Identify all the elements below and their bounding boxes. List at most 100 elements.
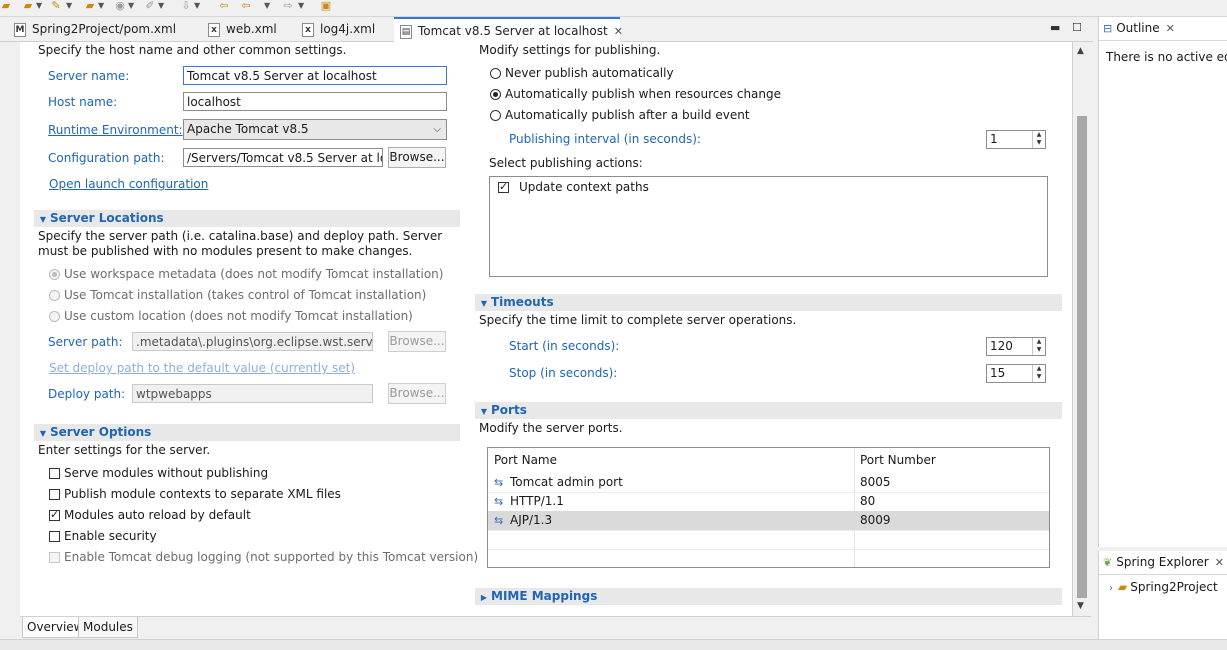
chevron-down-icon[interactable]: ▼ [298,0,304,12]
ports-description: Modify the server ports. [479,421,623,435]
mime-mappings-header[interactable]: ▶ MIME Mappings [475,588,1062,605]
chevron-down-icon[interactable]: ▼ [36,0,42,12]
stop-timeout-label: Stop (in seconds): [509,366,618,380]
debug-logging-checkbox[interactable] [49,552,60,563]
chevron-down-icon[interactable]: ▼ [158,0,164,12]
back-arrow-icon[interactable]: ⇦ [218,0,230,12]
never-publish-radio[interactable] [490,68,501,79]
wand-icon[interactable]: ✎ [50,0,62,12]
deploy-path-browse-button[interactable]: Browse... [388,383,446,404]
open-launch-configuration-link[interactable]: Open launch configuration [49,176,208,192]
table-row[interactable]: ⇆ HTTP/1.1 80 [488,492,1049,511]
spring-explorer-view: ❦ Spring Explorer ✕ › ▰ Spring2Project [1098,551,1227,639]
spinner-arrows-icon[interactable]: ▲ ▼ [1032,365,1045,382]
chevron-down-icon[interactable]: ▼ [128,0,134,12]
server-name-field[interactable]: Tomcat v8.5 Server at localhost [183,66,447,85]
tab-pom-xml[interactable]: M Spring2Project/pom.xml [8,17,204,41]
publish-on-change-radio[interactable] [490,89,501,100]
server-path-field[interactable]: .metadata\.plugins\org.eclipse.wst.serve… [132,332,373,351]
new-folder-icon[interactable]: ▰ [0,0,12,12]
host-name-label: Host name: [48,95,118,109]
globe-icon[interactable]: ◉ [114,0,126,12]
folder-icon[interactable]: ▰ [84,0,96,12]
publish-after-build-label: Automatically publish after a build even… [505,108,750,122]
runtime-environment-select[interactable]: Apache Tomcat v8.5 ⌵ [183,119,447,140]
publish-contexts-label: Publish module contexts to separate XML … [64,487,341,501]
auto-reload-checkbox[interactable] [49,508,60,522]
deploy-path-field[interactable]: wtpwebapps [132,384,373,403]
use-tomcat-installation-label: Use Tomcat installation (takes control o… [64,288,427,302]
port-number-cell[interactable]: 8005 [860,473,891,492]
chevron-down-icon[interactable]: ▼ [264,0,270,12]
column-header-port-name[interactable]: Port Name [494,451,557,470]
close-icon[interactable]: ✕ [1166,22,1175,35]
scroll-down-icon[interactable]: ▼ [1077,601,1084,611]
spinner-arrows-icon[interactable]: ▲ ▼ [1032,131,1045,148]
editor-page-tabs: Overview Modules [20,616,1091,639]
project-folder-icon: ▰ [1118,580,1128,594]
scroll-up-icon[interactable]: ▲ [1077,46,1084,56]
server-path-browse-button[interactable]: Browse... [388,331,446,352]
chevron-down-icon[interactable]: ▼ [194,0,200,12]
port-icon: ⇆ [494,514,504,527]
tab-modules[interactable]: Modules [78,617,138,638]
port-icon: ⇆ [494,495,504,508]
use-tomcat-installation-radio[interactable] [49,290,60,301]
chevron-right-icon[interactable]: › [1109,583,1113,594]
tab-tomcat-server[interactable]: ▤ Tomcat v8.5 Server at localhost ✕ [394,17,623,42]
close-icon[interactable]: ✕ [614,25,623,38]
configuration-path-field[interactable]: /Servers/Tomcat v8.5 Server at local [183,148,383,167]
server-path-label: Server path: [48,335,123,349]
ports-table[interactable]: Port Name Port Number ⇆ Tomcat admin port… [487,447,1050,568]
tree-item-spring2project[interactable]: › ▰ Spring2Project [1109,579,1218,597]
table-row[interactable]: ⇆ AJP/1.3 8009 [488,511,1049,530]
server-options-header[interactable]: ▼ Server Options [34,424,460,441]
port-number-cell[interactable]: 8009 [860,511,891,530]
config-browse-button[interactable]: Browse... [388,147,446,168]
port-number-cell[interactable]: 80 [860,492,875,511]
spinner-arrows-icon[interactable]: ▲ ▼ [1032,338,1045,355]
maximize-icon[interactable]: ☐ [1072,17,1082,39]
outline-view-tab[interactable]: ⊟ Outline ✕ [1103,17,1175,40]
use-workspace-metadata-radio[interactable] [49,269,60,280]
publish-after-build-radio[interactable] [490,110,501,121]
xml-file-icon: x [302,22,314,37]
spring-explorer-tab[interactable]: ❦ Spring Explorer ✕ [1103,551,1224,574]
ports-header[interactable]: ▼ Ports [475,402,1062,419]
timeouts-header[interactable]: ▼ Timeouts [475,294,1062,311]
chevron-right-icon: ▶ [480,593,488,602]
start-timeout-spinner[interactable]: 120 ▲ ▼ [986,337,1046,356]
publishing-interval-spinner[interactable]: 1 ▲ ▼ [986,130,1046,149]
edit-icon[interactable]: ✐ [144,0,156,12]
column-header-port-number[interactable]: Port Number [860,451,936,470]
set-default-deploy-path-link[interactable]: Set deploy path to the default value (cu… [49,360,355,376]
stop-timeout-spinner[interactable]: 15 ▲ ▼ [986,364,1046,383]
open-folder-icon[interactable]: ▰ [22,0,34,12]
pin-editor-icon[interactable]: ▣ [320,0,332,12]
tab-label: Spring2Project/pom.xml [32,22,177,36]
close-icon[interactable]: ✕ [1215,556,1224,569]
serve-modules-checkbox[interactable] [49,468,60,479]
scrollbar-thumb[interactable] [1077,116,1087,598]
tab-web-xml[interactable]: x web.xml [204,17,294,41]
forward-arrow-icon[interactable]: ⇨ [282,0,294,12]
update-context-paths-checkbox[interactable] [498,180,509,194]
tab-log4j-xml[interactable]: x log4j.xml [298,17,392,41]
runtime-environment-link[interactable]: Runtime Environment: [48,122,183,138]
host-name-field[interactable]: localhost [183,92,447,111]
port-name-cell: AJP/1.3 [510,513,553,527]
editor-scrollbar[interactable]: ▲ ▼ [1073,42,1091,616]
publish-contexts-checkbox[interactable] [49,489,60,500]
table-row[interactable]: ⇆ Tomcat admin port 8005 [488,473,1049,492]
chevron-down-icon[interactable]: ▼ [66,0,72,12]
back-history-icon[interactable]: ⇦ [240,0,252,12]
publishing-actions-list[interactable]: Update context paths [489,176,1048,277]
next-annotation-icon[interactable]: ⇩ [180,0,192,12]
minimize-icon[interactable]: ▬ [1050,17,1060,39]
use-custom-location-radio[interactable] [49,311,60,322]
serve-modules-label: Serve modules without publishing [64,466,269,480]
server-locations-header[interactable]: ▼ Server Locations [34,210,460,227]
outline-message: There is no active edito [1106,50,1227,64]
chevron-down-icon[interactable]: ▼ [98,0,104,12]
enable-security-checkbox[interactable] [49,531,60,542]
